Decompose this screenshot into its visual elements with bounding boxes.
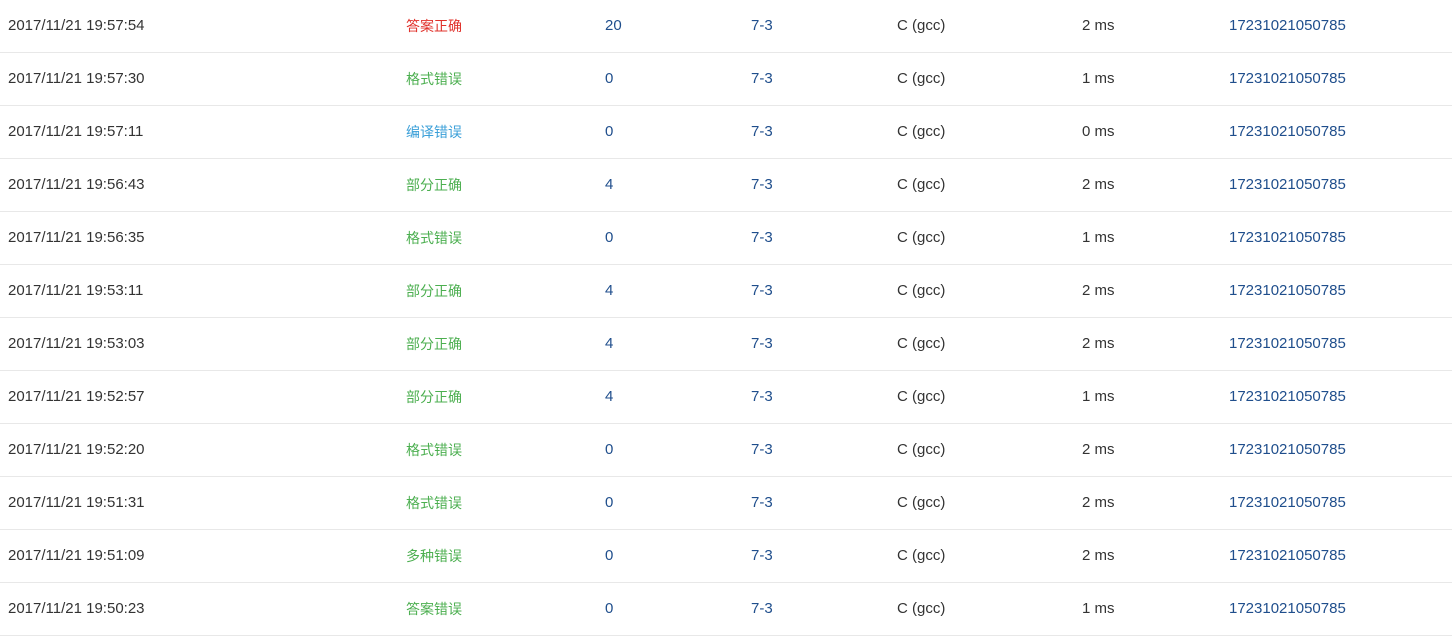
submit-time: 2017/11/21 19:53:11: [8, 282, 144, 299]
table-row: 2017/11/21 19:52:57 部分正确 4 7-3 C (gcc) 1…: [0, 371, 1452, 424]
status-link[interactable]: 部分正确: [406, 265, 462, 317]
problem-link[interactable]: 7-3: [751, 530, 773, 582]
status-link[interactable]: 部分正确: [406, 159, 462, 211]
problem-link[interactable]: 7-3: [751, 106, 773, 158]
compiler-label: C (gcc): [897, 70, 946, 87]
table-row: 2017/11/21 19:56:43 部分正确 4 7-3 C (gcc) 2…: [0, 159, 1452, 212]
table-row: 2017/11/21 19:51:31 格式错误 0 7-3 C (gcc) 2…: [0, 477, 1452, 530]
score-link[interactable]: 4: [605, 159, 613, 211]
score-link[interactable]: 0: [605, 424, 613, 476]
duration-label: 1 ms: [1082, 600, 1115, 617]
duration-label: 2 ms: [1082, 176, 1115, 193]
compiler-label: C (gcc): [897, 176, 946, 193]
score-link[interactable]: 4: [605, 318, 613, 370]
compiler-label: C (gcc): [897, 229, 946, 246]
score-link[interactable]: 4: [605, 265, 613, 317]
problem-link[interactable]: 7-3: [751, 477, 773, 529]
submission-id-link[interactable]: 17231021050785: [1229, 530, 1346, 582]
problem-link[interactable]: 7-3: [751, 318, 773, 370]
compiler-label: C (gcc): [897, 600, 946, 617]
problem-link[interactable]: 7-3: [751, 212, 773, 264]
submit-time: 2017/11/21 19:56:43: [8, 176, 145, 193]
problem-link[interactable]: 7-3: [751, 53, 773, 105]
status-link[interactable]: 格式错误: [406, 477, 462, 529]
table-row: 2017/11/21 19:52:20 格式错误 0 7-3 C (gcc) 2…: [0, 424, 1452, 477]
score-link[interactable]: 0: [605, 212, 613, 264]
submit-time: 2017/11/21 19:52:57: [8, 388, 145, 405]
compiler-label: C (gcc): [897, 123, 946, 140]
score-link[interactable]: 0: [605, 530, 613, 582]
table-row: 2017/11/21 19:53:03 部分正确 4 7-3 C (gcc) 2…: [0, 318, 1452, 371]
duration-label: 1 ms: [1082, 229, 1115, 246]
submission-id-link[interactable]: 17231021050785: [1229, 212, 1346, 264]
submission-id-link[interactable]: 17231021050785: [1229, 318, 1346, 370]
submission-id-link[interactable]: 17231021050785: [1229, 371, 1346, 423]
problem-link[interactable]: 7-3: [751, 583, 773, 635]
submission-id-link[interactable]: 17231021050785: [1229, 53, 1346, 105]
problem-link[interactable]: 7-3: [751, 265, 773, 317]
score-link[interactable]: 4: [605, 371, 613, 423]
submit-time: 2017/11/21 19:51:31: [8, 494, 145, 511]
problem-link[interactable]: 7-3: [751, 0, 773, 52]
duration-label: 2 ms: [1082, 17, 1115, 34]
table-row: 2017/11/21 19:50:23 答案错误 0 7-3 C (gcc) 1…: [0, 583, 1452, 636]
score-link[interactable]: 20: [605, 0, 622, 52]
table-row: 2017/11/21 19:53:11 部分正确 4 7-3 C (gcc) 2…: [0, 265, 1452, 318]
duration-label: 2 ms: [1082, 547, 1115, 564]
duration-label: 2 ms: [1082, 335, 1115, 352]
problem-link[interactable]: 7-3: [751, 424, 773, 476]
submit-time: 2017/11/21 19:57:30: [8, 70, 145, 87]
score-link[interactable]: 0: [605, 53, 613, 105]
status-link[interactable]: 答案错误: [406, 583, 462, 635]
compiler-label: C (gcc): [897, 441, 946, 458]
status-link[interactable]: 答案正确: [406, 0, 462, 52]
submission-id-link[interactable]: 17231021050785: [1229, 424, 1346, 476]
submissions-table: 2017/11/21 19:57:54 答案正确 20 7-3 C (gcc) …: [0, 0, 1452, 636]
status-link[interactable]: 编译错误: [406, 106, 462, 158]
table-row: 2017/11/21 19:51:09 多种错误 0 7-3 C (gcc) 2…: [0, 530, 1452, 583]
duration-label: 2 ms: [1082, 494, 1115, 511]
status-link[interactable]: 格式错误: [406, 424, 462, 476]
compiler-label: C (gcc): [897, 547, 946, 564]
submission-id-link[interactable]: 17231021050785: [1229, 159, 1346, 211]
table-row: 2017/11/21 19:57:54 答案正确 20 7-3 C (gcc) …: [0, 0, 1452, 53]
score-link[interactable]: 0: [605, 106, 613, 158]
duration-label: 0 ms: [1082, 123, 1115, 140]
duration-label: 2 ms: [1082, 282, 1115, 299]
status-link[interactable]: 部分正确: [406, 318, 462, 370]
duration-label: 1 ms: [1082, 70, 1115, 87]
score-link[interactable]: 0: [605, 583, 613, 635]
problem-link[interactable]: 7-3: [751, 159, 773, 211]
submit-time: 2017/11/21 19:53:03: [8, 335, 145, 352]
compiler-label: C (gcc): [897, 282, 946, 299]
submission-id-link[interactable]: 17231021050785: [1229, 477, 1346, 529]
submit-time: 2017/11/21 19:52:20: [8, 441, 145, 458]
problem-link[interactable]: 7-3: [751, 371, 773, 423]
submit-time: 2017/11/21 19:57:54: [8, 17, 145, 34]
submission-id-link[interactable]: 17231021050785: [1229, 106, 1346, 158]
submit-time: 2017/11/21 19:50:23: [8, 600, 145, 617]
submission-id-link[interactable]: 17231021050785: [1229, 265, 1346, 317]
compiler-label: C (gcc): [897, 388, 946, 405]
compiler-label: C (gcc): [897, 17, 946, 34]
duration-label: 2 ms: [1082, 441, 1115, 458]
submission-id-link[interactable]: 17231021050785: [1229, 0, 1346, 52]
table-row: 2017/11/21 19:57:11 编译错误 0 7-3 C (gcc) 0…: [0, 106, 1452, 159]
submit-time: 2017/11/21 19:51:09: [8, 547, 145, 564]
status-link[interactable]: 部分正确: [406, 371, 462, 423]
submit-time: 2017/11/21 19:57:11: [8, 123, 144, 140]
status-link[interactable]: 格式错误: [406, 53, 462, 105]
table-row: 2017/11/21 19:56:35 格式错误 0 7-3 C (gcc) 1…: [0, 212, 1452, 265]
compiler-label: C (gcc): [897, 335, 946, 352]
compiler-label: C (gcc): [897, 494, 946, 511]
submission-id-link[interactable]: 17231021050785: [1229, 583, 1346, 635]
duration-label: 1 ms: [1082, 388, 1115, 405]
submit-time: 2017/11/21 19:56:35: [8, 229, 145, 246]
score-link[interactable]: 0: [605, 477, 613, 529]
table-row: 2017/11/21 19:57:30 格式错误 0 7-3 C (gcc) 1…: [0, 53, 1452, 106]
status-link[interactable]: 格式错误: [406, 212, 462, 264]
status-link[interactable]: 多种错误: [406, 530, 462, 582]
